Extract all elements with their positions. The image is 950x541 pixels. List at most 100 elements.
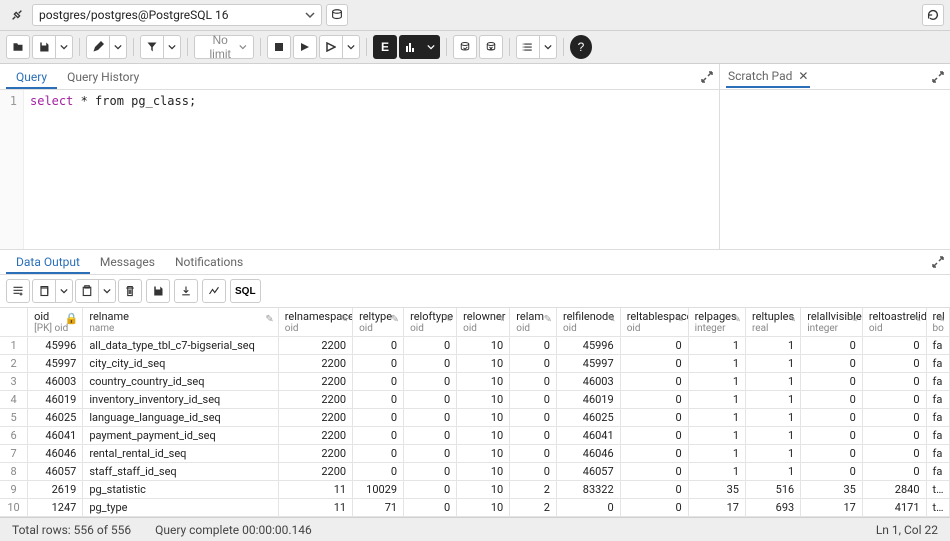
- tab-query[interactable]: Query: [6, 65, 57, 89]
- cell[interactable]: language_language_id_seq: [83, 409, 278, 427]
- cell[interactable]: staff_staff_id_seq: [83, 463, 278, 481]
- cell[interactable]: 0: [620, 355, 688, 373]
- expand-editor-icon[interactable]: [701, 71, 713, 83]
- cell[interactable]: 0: [353, 409, 404, 427]
- cell[interactable]: 10: [457, 499, 510, 517]
- cell[interactable]: 0: [801, 373, 863, 391]
- cell[interactable]: 46057: [556, 463, 620, 481]
- cell[interactable]: 0: [801, 445, 863, 463]
- cell[interactable]: 0: [620, 499, 688, 517]
- cell[interactable]: 0: [862, 445, 926, 463]
- cell[interactable]: 0: [620, 391, 688, 409]
- copy-button[interactable]: [32, 279, 56, 303]
- cell[interactable]: 10: [457, 481, 510, 499]
- cell[interactable]: 2200: [278, 337, 352, 355]
- tab-data-output[interactable]: Data Output: [6, 250, 90, 274]
- cell[interactable]: 0: [510, 445, 557, 463]
- connection-status-icon[interactable]: [6, 4, 28, 26]
- column-header[interactable]: relamoid✎: [510, 308, 557, 337]
- download-button[interactable]: [174, 279, 198, 303]
- cell[interactable]: 0: [801, 355, 863, 373]
- column-header[interactable]: reltuplesreal✎: [746, 308, 801, 337]
- tab-query-history[interactable]: Query History: [57, 65, 149, 89]
- cell[interactable]: fa: [926, 409, 949, 427]
- cell[interactable]: 45997: [556, 355, 620, 373]
- cell[interactable]: 0: [510, 463, 557, 481]
- cell[interactable]: 0: [801, 391, 863, 409]
- column-header[interactable]: oid[PK] oid🔒: [28, 308, 83, 337]
- cell[interactable]: 0: [862, 373, 926, 391]
- cell[interactable]: 0: [862, 427, 926, 445]
- sql-view-button[interactable]: SQL: [230, 279, 261, 303]
- cell[interactable]: 0: [404, 427, 457, 445]
- new-connection-button[interactable]: [326, 4, 348, 26]
- cell[interactable]: fa: [926, 391, 949, 409]
- cell[interactable]: 46041: [556, 427, 620, 445]
- cell[interactable]: 0: [404, 373, 457, 391]
- cell[interactable]: fa: [926, 445, 949, 463]
- cell[interactable]: 10: [457, 373, 510, 391]
- cell[interactable]: 1: [688, 463, 745, 481]
- cell[interactable]: 1: [746, 445, 801, 463]
- cell[interactable]: all_data_type_tbl_c7-bigserial_seq: [83, 337, 278, 355]
- cell[interactable]: 0: [862, 463, 926, 481]
- cell[interactable]: 46057: [28, 463, 83, 481]
- cell[interactable]: 10: [457, 355, 510, 373]
- edit-dropdown[interactable]: [110, 35, 127, 59]
- reset-layout-button[interactable]: [922, 4, 944, 26]
- column-header[interactable]: relnamespaceoid✎: [278, 308, 352, 337]
- cell[interactable]: 2200: [278, 373, 352, 391]
- limit-select[interactable]: No limit: [194, 35, 254, 59]
- cell[interactable]: 0: [353, 373, 404, 391]
- column-header[interactable]: relnamename✎: [83, 308, 278, 337]
- cell[interactable]: 2840: [862, 481, 926, 499]
- cell[interactable]: 0: [620, 409, 688, 427]
- save-data-button[interactable]: [146, 279, 170, 303]
- cell[interactable]: 1: [746, 463, 801, 481]
- cell[interactable]: 0: [510, 409, 557, 427]
- expand-scratch-icon[interactable]: [932, 71, 944, 83]
- table-row[interactable]: 346003country_country_id_seq220000100460…: [0, 373, 950, 391]
- cell[interactable]: payment_payment_id_seq: [83, 427, 278, 445]
- execute-options-dropdown[interactable]: [343, 35, 360, 59]
- cell[interactable]: 516: [746, 481, 801, 499]
- cell[interactable]: 1: [688, 445, 745, 463]
- cell[interactable]: 0: [620, 445, 688, 463]
- cell[interactable]: pg_statistic: [83, 481, 278, 499]
- cell[interactable]: 2200: [278, 463, 352, 481]
- column-header[interactable]: relowneroid✎: [457, 308, 510, 337]
- cell[interactable]: 0: [353, 391, 404, 409]
- cell[interactable]: 0: [353, 427, 404, 445]
- cell[interactable]: 1: [746, 409, 801, 427]
- cell[interactable]: 4171: [862, 499, 926, 517]
- cell[interactable]: 46041: [28, 427, 83, 445]
- explain-analyze-dropdown[interactable]: [423, 35, 440, 59]
- cell[interactable]: 0: [404, 463, 457, 481]
- cell[interactable]: 0: [353, 463, 404, 481]
- cell[interactable]: 1: [688, 409, 745, 427]
- cell[interactable]: 1: [688, 373, 745, 391]
- cell[interactable]: 0: [353, 445, 404, 463]
- cell[interactable]: 0: [862, 409, 926, 427]
- help-button[interactable]: ?: [570, 35, 592, 59]
- cell[interactable]: 0: [404, 481, 457, 499]
- cell[interactable]: 0: [620, 463, 688, 481]
- cell[interactable]: pg_type: [83, 499, 278, 517]
- table-row[interactable]: 546025language_language_id_seq2200001004…: [0, 409, 950, 427]
- cell[interactable]: 10: [457, 427, 510, 445]
- cell[interactable]: 0: [404, 445, 457, 463]
- cell[interactable]: inventory_inventory_id_seq: [83, 391, 278, 409]
- save-dropdown[interactable]: [56, 35, 73, 59]
- cell[interactable]: 45996: [28, 337, 83, 355]
- column-header[interactable]: reloftypeoid✎: [404, 308, 457, 337]
- cell[interactable]: 1: [746, 373, 801, 391]
- expand-results-icon[interactable]: [932, 256, 944, 268]
- cell[interactable]: 10: [457, 445, 510, 463]
- cell[interactable]: 17: [801, 499, 863, 517]
- cell[interactable]: 2200: [278, 409, 352, 427]
- cell[interactable]: 83322: [556, 481, 620, 499]
- cell[interactable]: 0: [510, 373, 557, 391]
- cell[interactable]: 0: [620, 481, 688, 499]
- execute-options-button[interactable]: [319, 35, 343, 59]
- macros-dropdown[interactable]: [540, 35, 557, 59]
